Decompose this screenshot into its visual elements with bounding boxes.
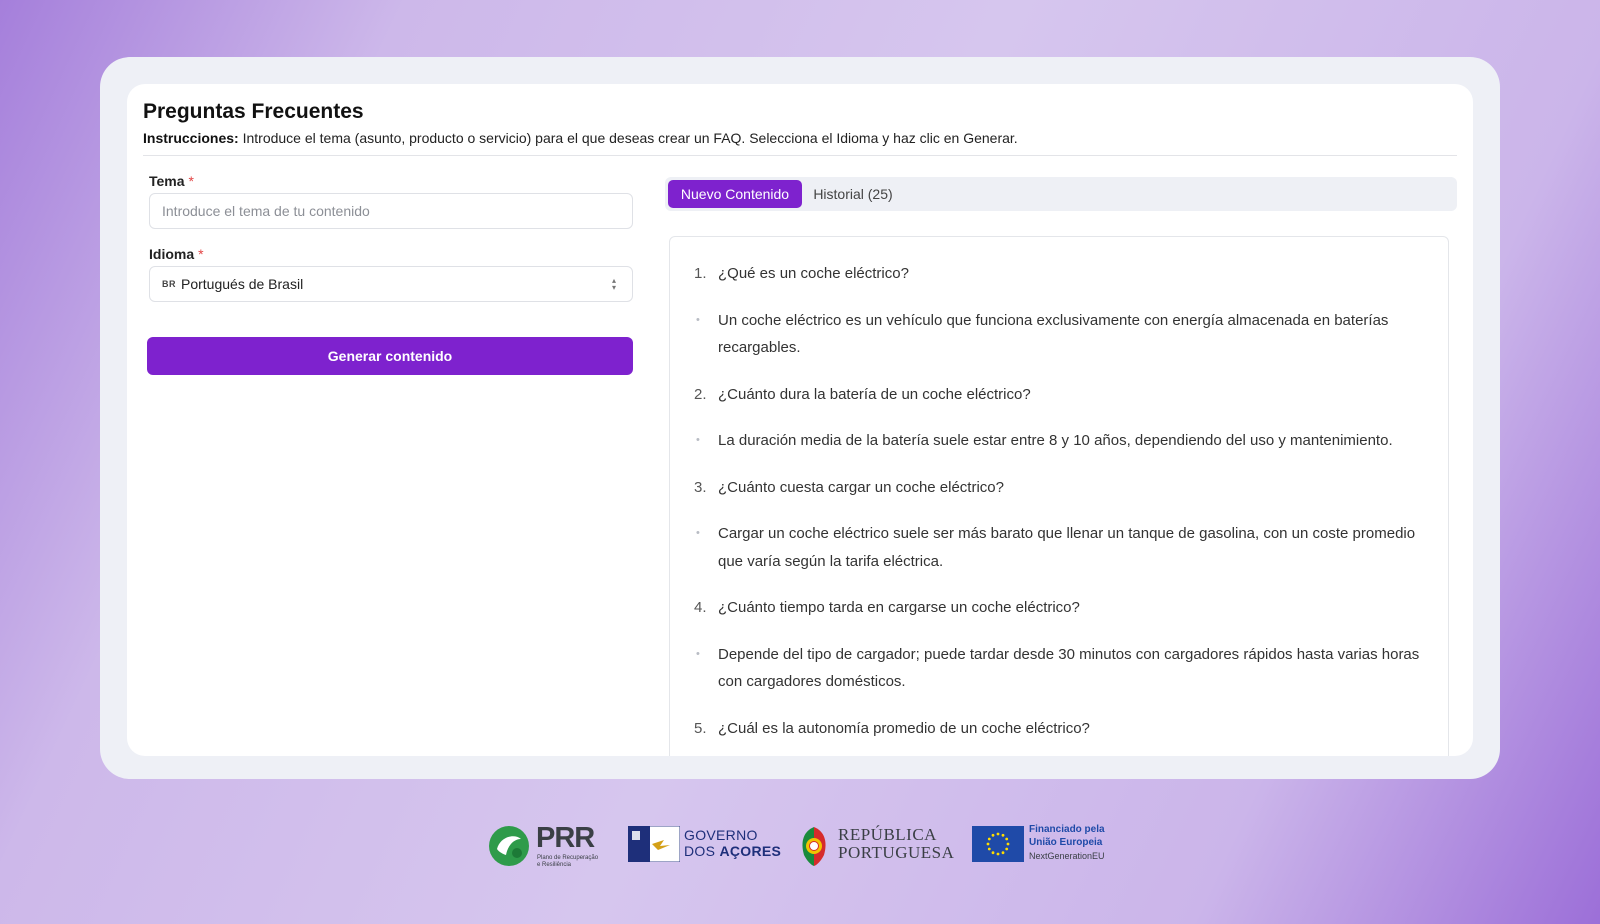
footer-logos: PRR Plano de Recuperação e Resiliência G… (488, 822, 1118, 870)
faq-question: 3. ¿Cuánto cuesta cargar un coche eléctri… (694, 474, 1424, 502)
app-frame: Preguntas Frecuentes Instrucciones: Intr… (100, 57, 1500, 779)
eu-flag-icon (972, 826, 1024, 862)
question-text: ¿Qué es un coche eléctrico? (718, 265, 909, 282)
tab-nuevo-contenido[interactable]: Nuevo Contenido (668, 180, 802, 208)
faq-answer: • La duración media de la batería suele e… (694, 427, 1424, 455)
bullet-icon: • (696, 434, 700, 446)
answer-text: Depende del tipo de cargador; puede tard… (718, 645, 1420, 691)
tema-label-text: Tema (149, 173, 185, 189)
tab-historial[interactable]: Historial (25) (805, 180, 901, 208)
republica-portuguesa-logo: REPÚBLICA PORTUGUESA (798, 822, 958, 870)
eu-funding-logo: Financiado pela União Europeia NextGener… (972, 822, 1118, 870)
faq-answer: • Cargar un coche eléctrico suele ser más… (694, 520, 1424, 575)
faq-question: 2. ¿Cuánto dura la batería de un coche el… (694, 381, 1424, 409)
idioma-selected-value: Portugués de Brasil (181, 276, 304, 292)
governo-acores-logo: GOVERNO DOS AÇORES (628, 822, 781, 870)
question-text: ¿Cuánto tiempo tarda en cargarse un coch… (718, 599, 1080, 616)
tabs-bar: Nuevo Contenido Historial (25) (665, 177, 1457, 211)
faq-content-panel[interactable]: 1. ¿Qué es un coche eléctrico? • Un coche … (669, 236, 1449, 756)
list-number: 2. (694, 385, 707, 403)
idioma-select[interactable]: BR Portugués de Brasil ▴ ▾ (149, 266, 633, 302)
required-asterisk: * (198, 246, 204, 262)
tema-input[interactable] (149, 193, 633, 229)
question-text: ¿Cuánto dura la batería de un coche eléc… (718, 385, 1031, 403)
azores-line-2: DOS AÇORES (684, 843, 781, 859)
answer-text: Un coche eléctrico es un vehículo que fu… (718, 311, 1389, 357)
portugal-emblem-icon (802, 827, 826, 866)
faq-question: 5. ¿Cuál es la autonomía promedio de un c… (694, 715, 1424, 743)
prr-emblem-icon (489, 826, 529, 866)
list-number: 4. (694, 599, 707, 616)
prr-subtitle-1: Plano de Recuperação (537, 855, 599, 861)
header-divider (143, 155, 1457, 156)
faq-question: 1. ¿Qué es un coche eléctrico? (694, 260, 1424, 288)
prr-name: PRR (536, 822, 595, 854)
prr-subtitle-2: e Resiliência (537, 862, 572, 868)
azores-flag-icon (628, 826, 680, 862)
azores-line-2a: DOS (684, 843, 720, 859)
bullet-icon: • (696, 647, 700, 660)
list-number: 5. (694, 719, 707, 737)
main-card: Preguntas Frecuentes Instrucciones: Intr… (127, 84, 1473, 756)
instructions-label: Instrucciones: (143, 130, 239, 146)
portugal-line-1: REPÚBLICA (838, 825, 937, 844)
answer-text: La duración media de la batería suele es… (718, 432, 1393, 449)
question-text: ¿Cuánto cuesta cargar un coche eléctrico… (718, 478, 1004, 496)
instructions-text: Introduce el tema (asunto, producto o se… (238, 130, 1018, 146)
required-asterisk: * (188, 173, 194, 189)
instructions: Instrucciones: Introduce el tema (asunto… (143, 130, 1018, 146)
faq-answer: • Un coche eléctrico es un vehículo que f… (694, 307, 1424, 362)
azores-line-1: GOVERNO (684, 827, 758, 843)
faq-question: 4. ¿Cuánto tiempo tarda en cargarse un co… (694, 594, 1424, 622)
idioma-label: Idioma * (149, 246, 204, 262)
page-title: Preguntas Frecuentes (143, 100, 364, 123)
portugal-line-2: PORTUGUESA (838, 843, 955, 862)
list-number: 3. (694, 478, 707, 496)
prr-logo: PRR Plano de Recuperação e Resiliência (488, 822, 614, 870)
idioma-label-text: Idioma (149, 246, 195, 262)
answer-text: Cargar un coche eléctrico suele ser más … (718, 525, 1416, 570)
generate-button[interactable]: Generar contenido (147, 337, 633, 375)
chevron-up-down-icon: ▴ ▾ (611, 276, 616, 292)
tema-label: Tema * (149, 173, 194, 189)
faq-answer: • Depende del tipo de cargador; puede tar… (694, 641, 1424, 696)
bullet-icon: • (696, 313, 700, 326)
question-text: ¿Cuál es la autonomía promedio de un coc… (718, 719, 1090, 737)
eu-line-1: Financiado pela (1029, 824, 1105, 835)
list-number: 1. (694, 265, 707, 282)
bullet-icon: • (696, 527, 700, 539)
azores-line-2b: AÇORES (719, 843, 782, 859)
eu-line-3: NextGenerationEU (1029, 851, 1105, 861)
brazil-flag-icon: BR (162, 279, 176, 289)
eu-line-2: União Europeia (1029, 837, 1103, 848)
